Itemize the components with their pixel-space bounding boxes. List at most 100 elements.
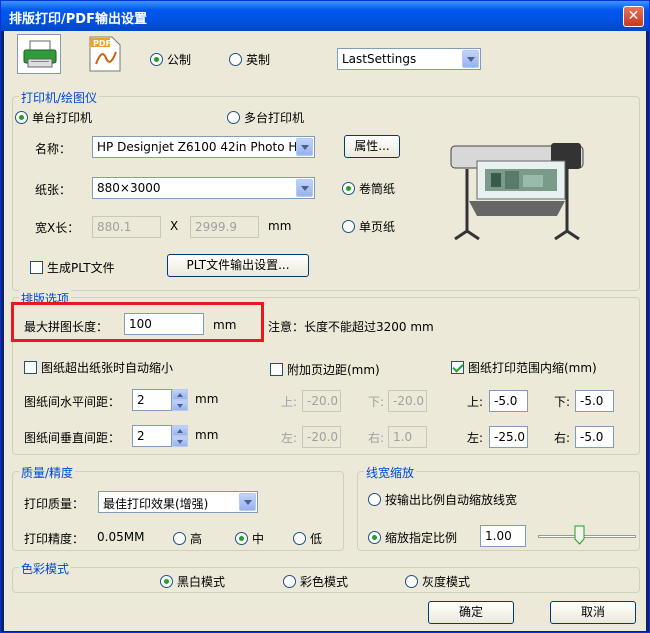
roll-paper-radio[interactable] — [342, 182, 355, 195]
pdf-mode-button[interactable]: PDF — [82, 34, 126, 74]
settings-value: LastSettings — [342, 52, 417, 66]
margin-left-label: 左: — [281, 431, 298, 445]
precision-low-radio[interactable] — [293, 532, 306, 545]
plt-checkbox[interactable] — [30, 261, 43, 274]
max-length-field[interactable]: 100 — [124, 313, 204, 335]
paper-value: 880×3000 — [97, 181, 161, 195]
multi-printer-radio[interactable] — [227, 111, 240, 124]
sheet-paper-label: 单页纸 — [359, 220, 396, 234]
shrink-right-label: 右: — [554, 431, 571, 445]
margin-bottom-label: 下: — [368, 395, 385, 409]
pdf-icon-text: PDF — [93, 39, 111, 48]
dialog-client: PDF 公制 英制 LastSettings 打印机/绘图仪 单台打印机 多台打… — [4, 31, 646, 631]
color-mode-radio[interactable] — [283, 575, 296, 588]
margin-right-field[interactable]: 1.0 — [388, 426, 427, 448]
scale-value-field[interactable]: 1.00 — [480, 525, 526, 547]
printer-name-select[interactable]: HP Designjet Z6100 42in Photo HP — [92, 136, 315, 158]
imperial-radio[interactable] — [229, 53, 242, 66]
printer-name-label: 名称： — [35, 142, 72, 156]
margin-checkbox[interactable] — [270, 363, 283, 376]
scale-linewidth-radio[interactable] — [368, 531, 381, 544]
shrink-bottom-label: 下: — [554, 395, 571, 409]
paper-select[interactable]: 880×3000 — [92, 177, 315, 199]
ok-button[interactable]: 确定 — [428, 601, 514, 624]
multi-printer-label: 多台打印机 — [244, 111, 305, 125]
auto-linewidth-label: 按输出比例自动缩放线宽 — [385, 493, 518, 507]
cancel-button[interactable]: 取消 — [550, 601, 636, 624]
size-label: 宽X长： — [35, 221, 80, 235]
printer-group-title: 打印机/绘图仪 — [19, 89, 100, 106]
precision-label: 打印精度： — [24, 532, 85, 546]
gray-mode-radio[interactable] — [405, 575, 418, 588]
max-length-label: 最大拼图长度： — [24, 320, 109, 334]
settings-select[interactable]: LastSettings — [337, 48, 481, 70]
shrink-bottom-field[interactable]: -5.0 — [575, 390, 614, 412]
v-gap-unit: mm — [195, 428, 219, 442]
plt-settings-button[interactable]: PLT文件输出设置... — [167, 254, 309, 277]
dialog-window: 排版打印/PDF输出设置 ✕ PDF 公制 英制 LastSettings 打印… — [0, 0, 650, 633]
linewidth-group-title: 线宽缩放 — [364, 464, 417, 481]
max-length-unit: mm — [213, 318, 237, 332]
v-gap-label: 图纸间垂直间距： — [24, 431, 121, 445]
metric-radio[interactable] — [150, 53, 163, 66]
up-icon — [172, 425, 188, 436]
paper-width-field[interactable]: 880.1 — [92, 216, 161, 238]
single-printer-radio[interactable] — [15, 111, 28, 124]
size-unit-label: mm — [268, 219, 292, 233]
margin-right-label: 右: — [368, 431, 385, 445]
down-icon — [172, 436, 188, 447]
paper-length-field[interactable]: 2999.9 — [190, 216, 259, 238]
color-group-title: 色彩模式 — [19, 560, 72, 577]
roll-paper-label: 卷筒纸 — [359, 182, 396, 196]
plotter-icon — [450, 143, 584, 241]
auto-linewidth-radio[interactable] — [368, 493, 381, 506]
shrink-in-checkbox[interactable] — [451, 361, 464, 374]
margin-label: 附加页边距(mm) — [287, 363, 380, 377]
max-length-note: 注意：长度不能超过3200 mm — [268, 320, 434, 334]
scale-slider-thumb[interactable] — [574, 525, 585, 545]
h-gap-stepper[interactable] — [172, 389, 188, 411]
shrink-right-field[interactable]: -5.0 — [575, 426, 614, 448]
v-gap-field[interactable]: 2 — [132, 425, 172, 447]
v-gap-stepper[interactable] — [172, 425, 188, 447]
single-printer-label: 单台打印机 — [32, 111, 93, 125]
quality-label: 打印质量： — [24, 497, 85, 511]
printer-name-value: HP Designjet Z6100 42in Photo HP — [97, 140, 297, 154]
precision-mid-radio[interactable] — [235, 532, 248, 545]
printer-mode-button[interactable] — [17, 34, 61, 74]
shrink-top-label: 上: — [467, 395, 484, 409]
h-gap-unit: mm — [195, 392, 219, 406]
slider-thumb-icon — [574, 525, 585, 545]
shrink-left-field[interactable]: -25.0 — [489, 426, 528, 448]
up-icon — [172, 389, 188, 400]
paper-label: 纸张： — [35, 183, 72, 197]
auto-shrink-checkbox[interactable] — [24, 361, 37, 374]
shrink-in-label: 图纸打印范围内缩(mm) — [468, 361, 597, 375]
h-gap-field[interactable]: 2 — [132, 389, 172, 411]
printer-icon — [23, 40, 57, 68]
sheet-paper-radio[interactable] — [342, 220, 355, 233]
plotter-image — [447, 131, 587, 241]
margin-top-field[interactable]: -20.0 — [302, 390, 341, 412]
color-mode-label: 彩色模式 — [300, 575, 349, 589]
metric-label: 公制 — [167, 53, 192, 67]
precision-high-radio[interactable] — [173, 532, 186, 545]
printer-properties-button[interactable]: 属性... — [344, 135, 400, 158]
down-icon — [172, 400, 188, 411]
quality-value: 最佳打印效果(增强) — [103, 497, 209, 511]
margin-left-field[interactable]: -20.0 — [302, 426, 341, 448]
shrink-top-field[interactable]: -5.0 — [489, 390, 528, 412]
precision-mid-label: 中 — [252, 532, 265, 546]
precision-high-label: 高 — [190, 532, 203, 546]
margin-top-label: 上: — [281, 395, 298, 409]
close-button[interactable]: ✕ — [623, 6, 644, 27]
margin-bottom-field[interactable]: -20.0 — [388, 390, 427, 412]
bw-mode-radio[interactable] — [160, 575, 173, 588]
shrink-left-label: 左: — [467, 431, 484, 445]
scale-slider-track[interactable] — [538, 535, 636, 538]
chevron-down-icon — [296, 138, 313, 156]
plt-checkbox-label: 生成PLT文件 — [47, 261, 115, 275]
gray-mode-label: 灰度模式 — [422, 575, 471, 589]
title-bar: 排版打印/PDF输出设置 ✕ — [1, 1, 649, 31]
quality-select[interactable]: 最佳打印效果(增强) — [98, 491, 258, 513]
